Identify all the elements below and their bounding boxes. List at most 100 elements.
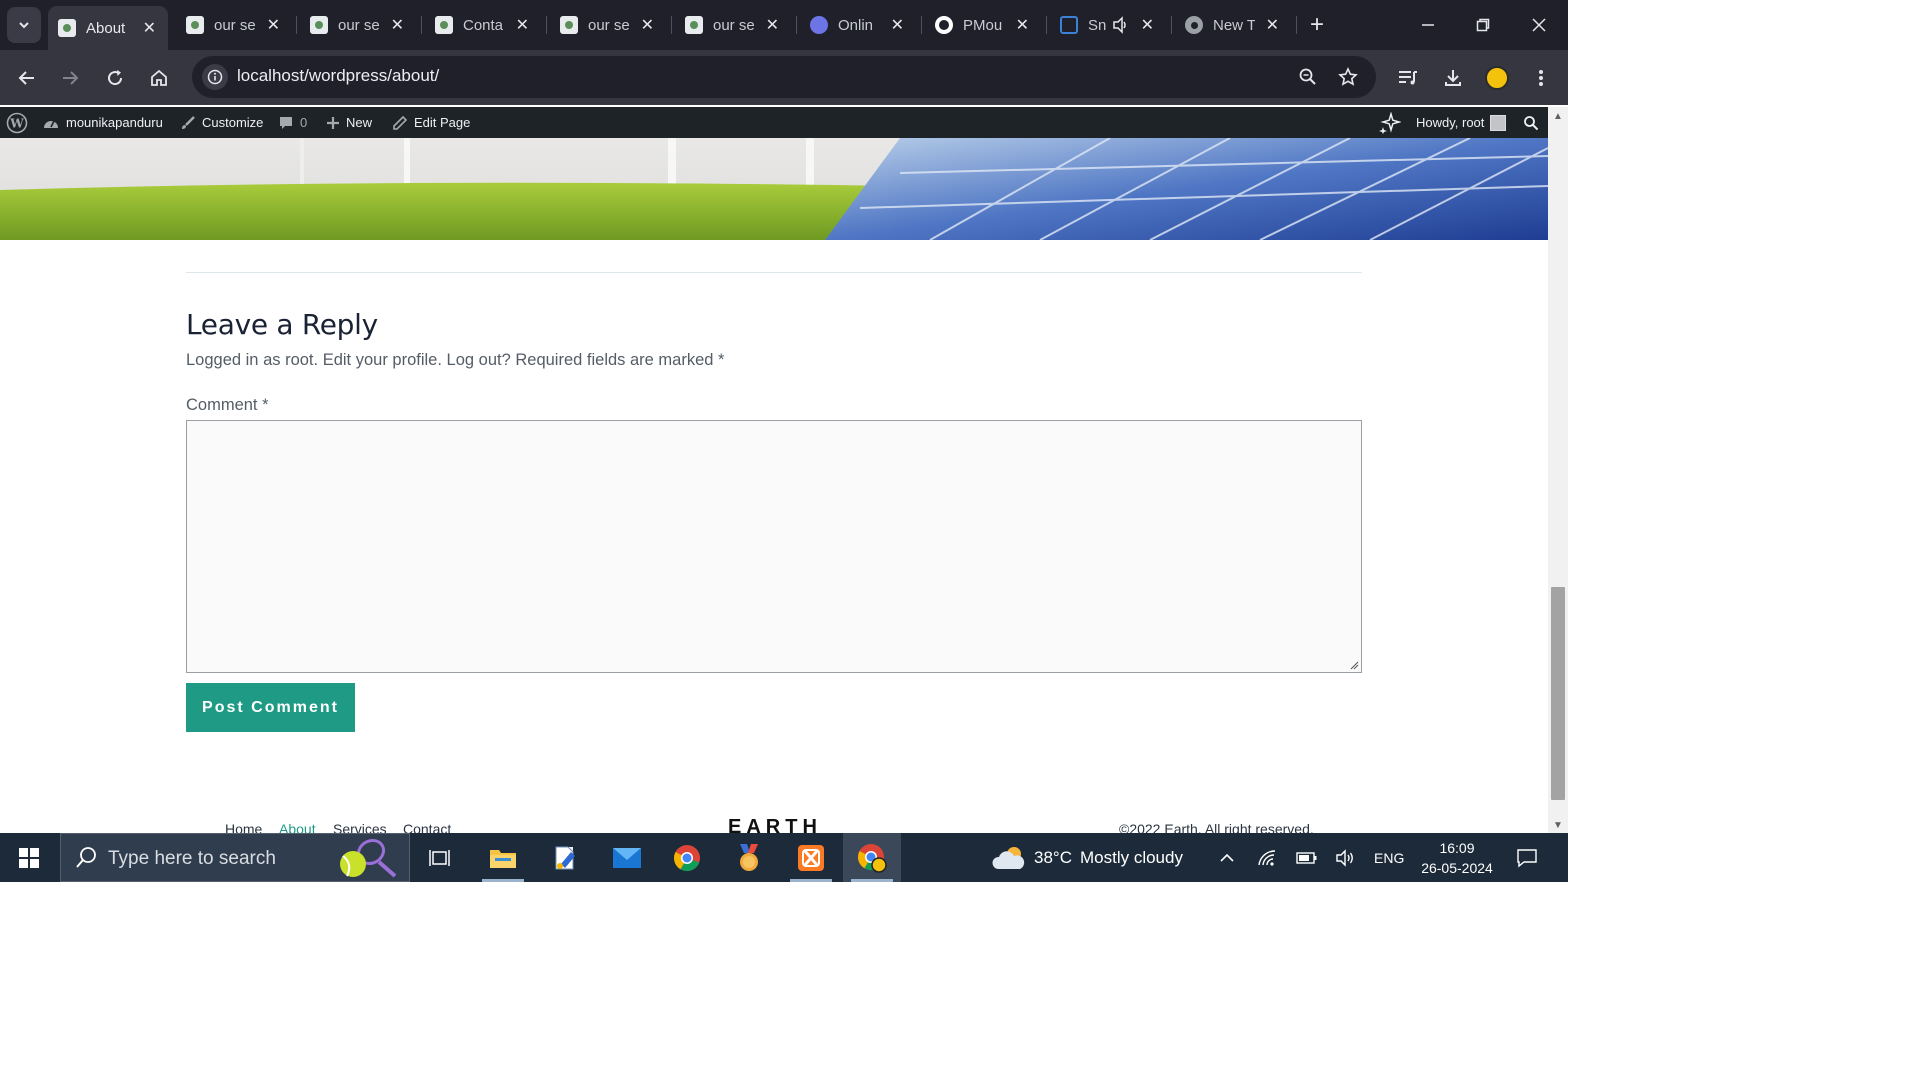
adminbar-search-button[interactable] (1523, 107, 1539, 138)
edit-profile-link[interactable]: Edit your profile. (323, 351, 442, 369)
reload-button[interactable] (99, 62, 131, 94)
close-window-button[interactable] (1524, 10, 1554, 40)
ai-sparkle-button[interactable] (1379, 107, 1401, 138)
address-bar[interactable]: localhost/wordpress/about/ (192, 56, 1376, 98)
page-scrollbar[interactable]: ▲ ▼ (1548, 107, 1568, 833)
start-button[interactable] (0, 833, 58, 882)
new-content-menu[interactable]: New (326, 107, 372, 138)
downloads-button[interactable] (1437, 62, 1469, 94)
media-list-icon (1399, 71, 1417, 85)
tab-title: Conta (463, 16, 504, 34)
close-tab-icon[interactable]: ✕ (143, 18, 156, 38)
xampp-app[interactable] (782, 833, 840, 882)
logged-in-notice: Logged in as root. Edit your profile. Lo… (186, 351, 724, 370)
clock-date: 26-05-2024 (1421, 859, 1493, 876)
url-text[interactable]: localhost/wordpress/about/ (237, 66, 439, 86)
wordpress-logo-menu[interactable]: W (6, 107, 28, 138)
snipping-favicon (1060, 16, 1078, 34)
close-tab-icon[interactable]: ✕ (641, 15, 654, 35)
chevron-up-icon (1220, 853, 1234, 862)
tab-about[interactable]: About ✕ (48, 6, 168, 50)
footer-nav-about[interactable]: About (279, 821, 316, 833)
volume-icon (1336, 848, 1353, 867)
earth-site-favicon (435, 16, 453, 34)
scroll-down-arrow-icon[interactable]: ▼ (1553, 820, 1563, 831)
scrollbar-thumb[interactable] (1551, 587, 1565, 800)
browser-toolbar: localhost/wordpress/about/ (0, 50, 1568, 105)
footer-nav-services[interactable]: Services (333, 821, 387, 833)
footer-logo[interactable]: EARTH (728, 816, 822, 833)
resize-grip-icon[interactable] (1349, 660, 1359, 670)
close-tab-icon[interactable]: ✕ (891, 15, 904, 35)
footer-nav-home[interactable]: Home (225, 821, 262, 833)
tab-snipping[interactable]: Sn ✕ (1050, 6, 1166, 44)
edit-page-label: Edit Page (414, 115, 471, 130)
restore-button[interactable] (1468, 10, 1498, 40)
tab-our-services-4[interactable]: our se ✕ (675, 6, 791, 44)
my-account-menu[interactable]: Howdy, root (1416, 107, 1507, 138)
new-tab-button[interactable]: + (1302, 10, 1332, 40)
tab-search-button[interactable] (7, 7, 41, 43)
medal-app[interactable] (720, 833, 778, 882)
close-tab-icon[interactable]: ✕ (516, 15, 529, 35)
scroll-up-arrow-icon[interactable]: ▲ (1553, 111, 1563, 122)
forward-button[interactable] (54, 62, 86, 94)
tab-our-services-3[interactable]: our se ✕ (550, 6, 666, 44)
network-status[interactable] (1257, 833, 1277, 882)
logged-in-as-link[interactable]: Logged in as root. (186, 351, 318, 369)
customize-link[interactable]: Customize (180, 107, 263, 138)
input-language[interactable]: ENG (1374, 833, 1404, 882)
close-tab-icon[interactable]: ✕ (1016, 15, 1029, 35)
footer-nav-contact[interactable]: Contact (403, 821, 451, 833)
paint-app[interactable] (536, 833, 594, 882)
tab-github[interactable]: PMou ✕ (925, 6, 1041, 44)
notification-center-button[interactable] (1516, 833, 1538, 882)
tab-title: our se (338, 16, 380, 34)
chrome-profile-app[interactable] (843, 833, 901, 882)
site-name-menu[interactable]: mounikapanduru (42, 107, 163, 138)
chrome-icon (673, 844, 700, 871)
show-hidden-icons-button[interactable] (1219, 833, 1235, 882)
comments-link[interactable]: 0 (278, 107, 307, 138)
taskbar-search-box[interactable]: Type here to search (60, 833, 410, 882)
page-content: Leave a Reply Logged in as root. Edit yo… (0, 138, 1548, 833)
comment-textarea[interactable] (186, 420, 1362, 673)
close-tab-icon[interactable]: ✕ (766, 15, 779, 35)
tab-new-tab[interactable]: New T ✕ (1175, 6, 1291, 44)
reading-list-button[interactable] (1392, 62, 1424, 94)
post-comment-button[interactable]: Post Comment (186, 683, 355, 732)
battery-status[interactable] (1296, 833, 1318, 882)
reply-title: Leave a Reply (186, 308, 378, 341)
tab-our-services-1[interactable]: our se ✕ (176, 6, 292, 44)
comment-bubble-icon (280, 116, 292, 129)
chrome-app[interactable] (658, 833, 716, 882)
minimize-button[interactable] (1413, 10, 1443, 40)
back-button[interactable] (11, 62, 43, 94)
volume-control[interactable] (1335, 833, 1355, 882)
sparkle-icon (1379, 111, 1401, 134)
speaker-icon[interactable] (1112, 16, 1130, 34)
tab-contact[interactable]: Conta ✕ (425, 6, 541, 44)
profile-avatar[interactable] (1481, 62, 1513, 94)
file-explorer-app[interactable] (474, 833, 532, 882)
tab-our-services-2[interactable]: our se ✕ (300, 6, 416, 44)
close-tab-icon[interactable]: ✕ (267, 15, 280, 35)
close-tab-icon[interactable]: ✕ (1141, 15, 1154, 35)
clock[interactable]: 16:09 26-05-2024 (1418, 833, 1496, 882)
mail-app[interactable] (598, 833, 656, 882)
log-out-link[interactable]: Log out? (447, 351, 511, 369)
home-button[interactable] (143, 62, 175, 94)
site-info-icon[interactable] (202, 64, 228, 90)
browser-menu-button[interactable] (1525, 62, 1557, 94)
close-tab-icon[interactable]: ✕ (391, 15, 404, 35)
arrow-left-icon (18, 71, 34, 85)
task-view-button[interactable] (412, 833, 470, 882)
bookmark-star-icon[interactable] (1336, 65, 1360, 89)
zoom-icon[interactable] (1296, 65, 1320, 89)
earth-site-favicon (560, 16, 578, 34)
close-tab-icon[interactable]: ✕ (1266, 15, 1279, 35)
tab-online[interactable]: Onlin ✕ (800, 6, 916, 44)
download-icon (1445, 70, 1461, 86)
weather-widget[interactable]: 38°C Mostly cloudy (992, 833, 1183, 882)
edit-page-link[interactable]: Edit Page (392, 107, 470, 138)
